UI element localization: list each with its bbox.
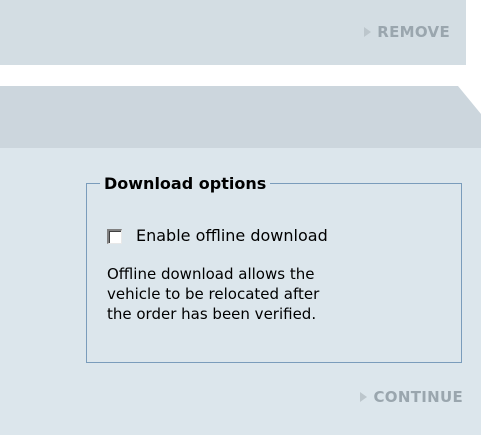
page: REMOVE Download options Enable offline d… xyxy=(0,0,481,435)
download-options-legend: Download options xyxy=(100,174,271,194)
offline-download-checkbox[interactable] xyxy=(107,228,122,244)
remove-button[interactable]: REMOVE xyxy=(364,23,450,41)
offline-download-label[interactable]: Enable offline download xyxy=(136,226,328,246)
panel-header-shape xyxy=(0,86,481,148)
remove-button-label: REMOVE xyxy=(377,23,450,41)
description-line: Offline download allows the xyxy=(107,265,315,283)
panel-header-tab xyxy=(0,86,481,148)
arrow-right-icon xyxy=(364,27,372,37)
continue-button[interactable]: CONTINUE xyxy=(360,388,463,406)
description-line: vehicle to be relocated after xyxy=(107,285,320,303)
offline-download-option[interactable]: Enable offline download xyxy=(107,226,328,246)
description-line: the order has been verified. xyxy=(107,305,317,323)
arrow-right-icon xyxy=(360,392,368,402)
top-action-bar: REMOVE xyxy=(0,0,466,65)
offline-download-description: Offline download allows the vehicle to b… xyxy=(107,264,452,324)
continue-button-label: CONTINUE xyxy=(373,388,463,406)
